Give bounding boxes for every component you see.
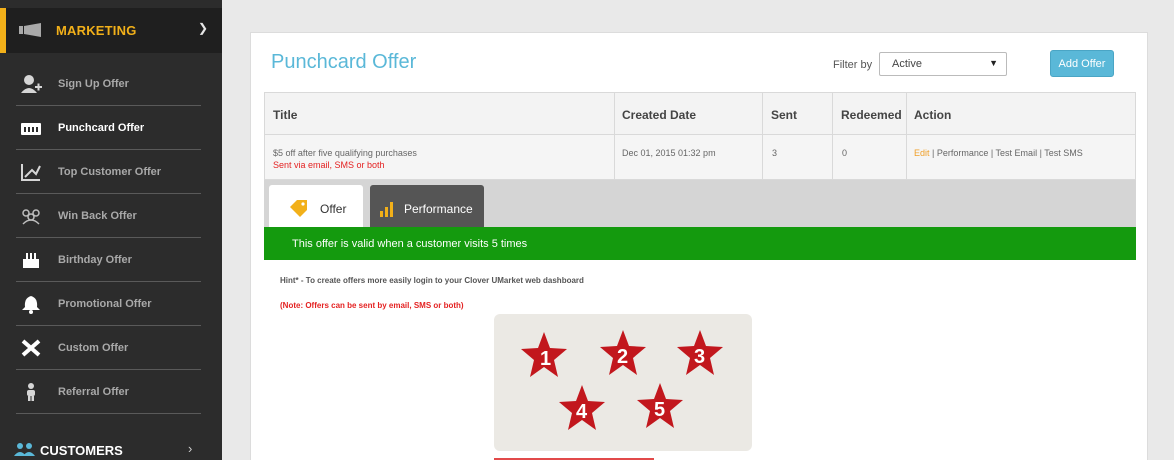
users-icon bbox=[14, 443, 35, 456]
stars-illustration: 1 2 3 4 5 bbox=[521, 330, 723, 430]
divider bbox=[614, 135, 615, 179]
tag-icon bbox=[290, 200, 307, 217]
tab-offer[interactable]: Offer bbox=[269, 185, 363, 230]
col-redeemed: Redeemed bbox=[841, 108, 902, 122]
redeemed-count: 0 bbox=[842, 148, 848, 158]
tab-bar: Offer Performance bbox=[264, 180, 1136, 230]
bar-chart-icon bbox=[380, 202, 393, 217]
sidebar-item-referral-offer[interactable]: Referral Offer bbox=[16, 370, 201, 414]
punchcard-preview: 1 2 3 4 5 bbox=[494, 314, 752, 451]
hint-text: Hint* - To create offers more easily log… bbox=[280, 276, 584, 285]
filter-value: Active bbox=[892, 58, 922, 70]
star-number: 3 bbox=[694, 346, 705, 368]
sidebar-item-label: Custom Offer bbox=[58, 342, 129, 354]
offer-valid-text: This offer is valid when a customer visi… bbox=[292, 238, 528, 250]
sidebar-item-label: Punchcard Offer bbox=[58, 122, 145, 134]
punchcard-icon bbox=[21, 123, 41, 135]
tab-performance[interactable]: Performance bbox=[370, 185, 484, 230]
sidebar-item-label: Win Back Offer bbox=[58, 210, 137, 222]
sidebar-item-label: Promotional Offer bbox=[58, 298, 152, 310]
cake-icon bbox=[23, 253, 39, 268]
col-title: Title bbox=[273, 108, 298, 122]
star-number: 4 bbox=[576, 401, 588, 423]
sidebar-item-promotional-offer[interactable]: Promotional Offer bbox=[16, 282, 201, 326]
sidebar-item-label: Referral Offer bbox=[58, 386, 129, 398]
page-title: Punchcard Offer bbox=[271, 51, 417, 73]
user-add-icon bbox=[21, 75, 42, 93]
star-5: 5 bbox=[637, 383, 683, 428]
tools-icon bbox=[21, 339, 41, 357]
star-number: 5 bbox=[654, 399, 665, 421]
edit-link[interactable]: Edit bbox=[914, 148, 930, 158]
add-offer-button[interactable]: Add Offer bbox=[1050, 50, 1114, 77]
star-number: 2 bbox=[617, 346, 628, 368]
divider bbox=[906, 135, 907, 179]
sidebar-item-sign-up-offer[interactable]: Sign Up Offer bbox=[16, 62, 201, 106]
col-action: Action bbox=[914, 108, 952, 122]
punchcard-panel: Punchcard Offer Filter by Active ▼ Add O… bbox=[250, 32, 1148, 460]
star-3: 3 bbox=[677, 330, 723, 375]
offer-valid-banner: This offer is valid when a customer visi… bbox=[264, 227, 1136, 260]
chevron-right-icon: › bbox=[188, 441, 193, 456]
marketing-label: MARKETING bbox=[56, 23, 137, 38]
col-sent: Sent bbox=[771, 108, 798, 122]
tab-performance-label: Performance bbox=[404, 202, 473, 216]
sent-count: 3 bbox=[772, 148, 778, 158]
table-row[interactable]: $5 off after five qualifying purchases S… bbox=[264, 135, 1136, 180]
person-icon bbox=[27, 383, 35, 401]
star-1: 1 bbox=[521, 332, 567, 377]
action-links: Edit | Performance | Test Email | Test S… bbox=[914, 148, 1083, 158]
customers-section-header[interactable]: CUSTOMERS › bbox=[0, 430, 222, 460]
star-2: 2 bbox=[600, 330, 646, 375]
offer-subtitle: Sent via email, SMS or both bbox=[273, 160, 385, 170]
sidebar-item-birthday-offer[interactable]: Birthday Offer bbox=[16, 238, 201, 282]
divider bbox=[762, 135, 763, 179]
divider bbox=[832, 93, 833, 136]
marketing-section-header[interactable]: MARKETING ❯ bbox=[0, 8, 222, 53]
filter-label: Filter by bbox=[833, 59, 873, 71]
divider bbox=[832, 135, 833, 179]
sidebar-item-top-customer-offer[interactable]: Top Customer Offer bbox=[16, 150, 201, 194]
star-number: 1 bbox=[540, 348, 551, 370]
sidebar-item-punchcard-offer[interactable]: Punchcard Offer bbox=[16, 106, 201, 150]
divider bbox=[762, 93, 763, 136]
created-date: Dec 01, 2015 01:32 pm bbox=[622, 148, 716, 158]
col-created-date: Created Date bbox=[622, 108, 697, 122]
star-4: 4 bbox=[559, 385, 605, 430]
customers-label: CUSTOMERS bbox=[40, 443, 123, 458]
sidebar-item-label: Top Customer Offer bbox=[58, 166, 162, 178]
group-icon bbox=[22, 209, 40, 225]
megaphone-icon bbox=[19, 23, 41, 37]
sidebar-item-label: Birthday Offer bbox=[58, 254, 132, 266]
action-links-rest[interactable]: | Performance | Test Email | Test SMS bbox=[930, 148, 1083, 158]
divider bbox=[614, 93, 615, 136]
sidebar: MARKETING ❯ Sign Up Offer Punchcard Offe… bbox=[0, 0, 222, 460]
tab-offer-label: Offer bbox=[320, 202, 347, 216]
table-header: Title Created Date Sent Redeemed Action bbox=[264, 92, 1136, 136]
filter-select[interactable]: Active ▼ bbox=[879, 52, 1007, 76]
sidebar-item-win-back-offer[interactable]: Win Back Offer bbox=[16, 194, 201, 238]
offer-title: $5 off after five qualifying purchases bbox=[273, 148, 417, 158]
divider bbox=[906, 93, 907, 136]
chevron-down-icon: ❯ bbox=[198, 21, 209, 35]
note-text: (Note: Offers can be sent by email, SMS … bbox=[280, 301, 464, 310]
bell-icon bbox=[22, 296, 40, 314]
sidebar-item-custom-offer[interactable]: Custom Offer bbox=[16, 326, 201, 370]
sidebar-item-label: Sign Up Offer bbox=[58, 78, 129, 90]
caret-down-icon: ▼ bbox=[989, 58, 998, 68]
chart-icon bbox=[21, 164, 41, 181]
